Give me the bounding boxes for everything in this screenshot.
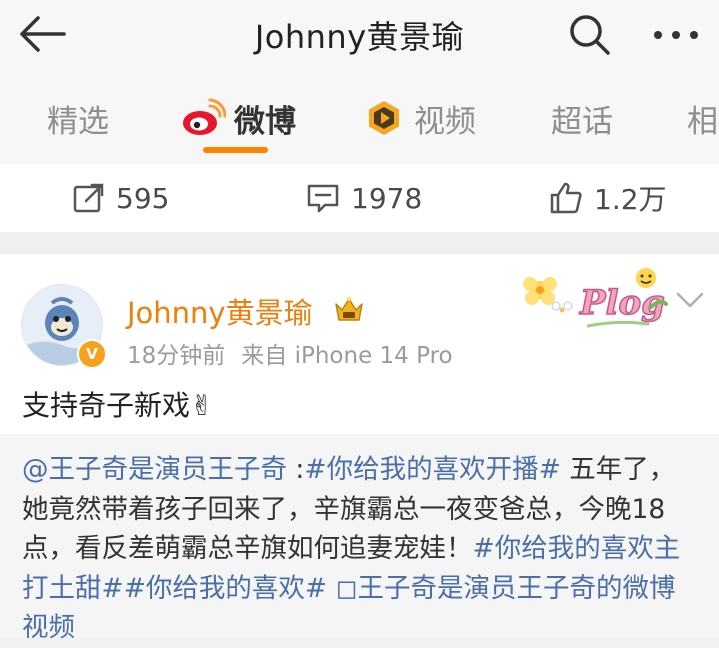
mention-link[interactable]: @王子奇是演员王子奇 — [22, 454, 287, 485]
like-button[interactable]: 1.2万 — [548, 176, 667, 220]
membership-crown-icon[interactable] — [333, 294, 365, 324]
repost-count: 595 — [116, 181, 170, 215]
post-time: 18分钟前 — [127, 343, 226, 369]
tab-label: 超话 — [551, 103, 613, 140]
chevron-down-icon[interactable] — [672, 288, 708, 312]
video-icon — [369, 101, 399, 135]
repost-icon — [73, 183, 104, 213]
comment-button[interactable]: 1978 — [305, 176, 422, 220]
tab-weibo[interactable]: 微博 — [180, 94, 296, 142]
tab-album[interactable]: 相 — [687, 94, 718, 142]
author-name[interactable]: Johnny黄景瑜 — [127, 290, 313, 332]
tab-super-topic[interactable]: 超话 — [551, 94, 613, 142]
repost-button[interactable]: 595 — [72, 176, 169, 220]
plog-sticker-decoration: Plog — [523, 268, 668, 328]
hashtag-link[interactable]: #你给我的喜欢开播# — [304, 454, 560, 485]
top-nav-bar: Johnny黄景瑜 — [0, 0, 719, 72]
like-count: 1.2万 — [594, 183, 667, 216]
comment-icon — [307, 184, 339, 213]
more-button[interactable] — [648, 16, 704, 54]
post-meta: 18分钟前 来自 iPhone 14 Pro — [127, 336, 469, 370]
hashtag-link[interactable]: #你给我的喜欢# — [124, 573, 327, 604]
search-icon — [570, 15, 610, 55]
verified-badge: V — [77, 339, 107, 369]
thumbs-up-icon — [550, 182, 582, 214]
tab-label: 相 — [687, 103, 718, 140]
comment-count: 1978 — [351, 181, 423, 215]
weibo-icon — [183, 98, 226, 135]
profile-tabs: 精选 微博 视频 超话 相 — [0, 72, 719, 164]
author-avatar[interactable]: V — [21, 284, 107, 369]
post-card[interactable]: V Johnny黄景瑜 18分钟前来自 iPhone 14 Pro Plog — [0, 254, 719, 434]
reposted-text: @王子奇是演员王子奇 :#你给我的喜欢开播# 五年了，她竟然带着孩子回来了，辛旗… — [22, 450, 700, 648]
mention-separator: : — [287, 454, 305, 485]
tab-label: 精选 — [47, 103, 109, 140]
more-horizontal-icon — [654, 31, 698, 39]
active-tab-indicator — [203, 147, 268, 153]
sticker-text: Plog — [579, 283, 665, 323]
tab-video[interactable]: 视频 — [364, 94, 476, 142]
flower-icon — [523, 277, 557, 305]
reposted-content[interactable]: @王子奇是演员王子奇 :#你给我的喜欢开播# 五年了，她竟然带着孩子回来了，辛旗… — [0, 434, 719, 643]
action-bar: 595 1978 1.2万 — [0, 164, 719, 232]
tab-label: 微博 — [234, 103, 296, 140]
search-button[interactable] — [567, 12, 613, 58]
tab-featured[interactable]: 精选 — [47, 94, 109, 142]
post-source: 来自 iPhone 14 Pro — [241, 343, 453, 369]
tab-label: 视频 — [414, 103, 476, 140]
post-text: 支持奇子新戏✌ — [22, 389, 214, 422]
flower-icon — [551, 301, 573, 315]
section-divider — [0, 232, 719, 254]
